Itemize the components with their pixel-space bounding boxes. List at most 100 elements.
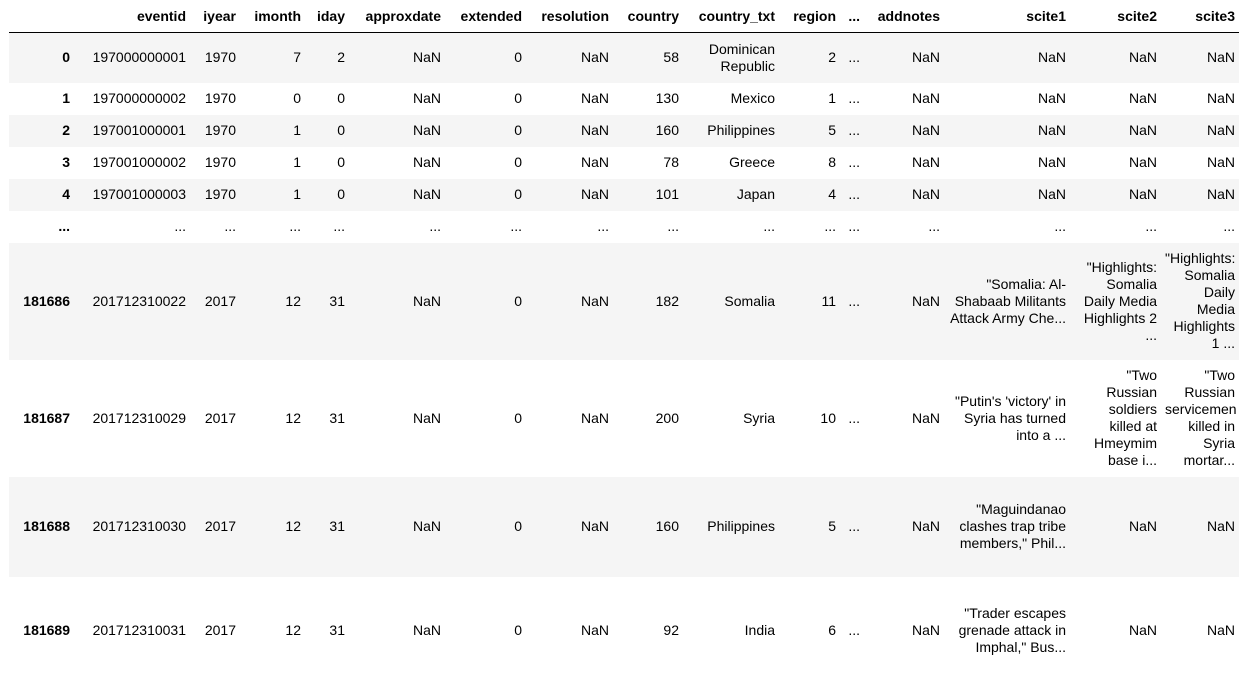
cell-country-txt: Somalia [724, 292, 775, 309]
cell-imonth: 1 [293, 122, 301, 138]
cell-extended: 0 [514, 90, 522, 106]
cell-resolution: NaN [580, 292, 609, 309]
cell-resolution: NaN [580, 122, 609, 138]
cell-iyear: 2017 [204, 409, 236, 426]
cell-scite3: NaN [1206, 122, 1235, 138]
cell-ellipsis: ... [848, 622, 860, 638]
cell-eventid: 197000000001 [92, 49, 186, 66]
cell-approxdate: NaN [412, 622, 441, 638]
row-index: 3 [62, 154, 70, 170]
cell-iyear: 1970 [204, 90, 236, 106]
column-header-country-txt: country_txt [683, 0, 779, 33]
cell-extended: 0 [514, 292, 522, 309]
cell-scite1: NaN [1037, 49, 1066, 66]
dataframe-table: eventid iyear imonth iday approxdate ext… [9, 0, 1239, 685]
cell-country: 182 [655, 292, 679, 309]
table-row: 181688 201712310030 2017 12 31 NaN 0 NaN… [9, 476, 1239, 577]
cell-iyear: 1970 [204, 49, 236, 66]
column-header-country: country [613, 0, 683, 33]
column-header-approxdate: approxdate [349, 0, 445, 33]
cell-addnotes: NaN [911, 154, 940, 170]
cell-scite1: "Somalia: Al-Shabaab Militants Attack Ar… [950, 275, 1066, 326]
cell-addnotes: NaN [911, 49, 940, 66]
cell-eventid: 201712310029 [92, 409, 186, 426]
cell-resolution: NaN [580, 622, 609, 638]
cell-scite2: "Highlights: Somalia Daily Media Highlig… [1083, 258, 1157, 343]
table-row: 181686 201712310022 2017 12 31 NaN 0 NaN… [9, 242, 1239, 360]
row-index: 181688 [23, 518, 70, 534]
column-header-iday: iday [305, 0, 349, 33]
cell-ellipsis: ... [848, 122, 860, 138]
cell-scite3: NaN [1206, 154, 1235, 170]
cell-iday: 31 [329, 518, 345, 534]
cell-approxdate: NaN [412, 409, 441, 426]
cell-ellipsis: ... [848, 49, 860, 66]
cell-iday: 2 [337, 49, 345, 66]
cell-country-txt: Mexico [730, 90, 775, 106]
cell-imonth: 12 [285, 292, 301, 309]
table-row: 1 197000000002 1970 0 0 NaN 0 NaN 130 Me… [9, 82, 1239, 115]
cell-country-txt: Philippines [707, 518, 775, 534]
row-index: ... [58, 218, 70, 234]
cell-extended: 0 [514, 154, 522, 170]
ellipsis-row: ... ... ... ... ... ... ... ... ... ... … [9, 210, 1239, 243]
cell-eventid: ... [174, 218, 186, 234]
table-row: 0 197000000001 1970 7 2 NaN 0 NaN 58 Dom… [9, 32, 1239, 83]
column-header-eventid: eventid [74, 0, 190, 33]
cell-approxdate: NaN [412, 154, 441, 170]
cell-resolution: NaN [580, 154, 609, 170]
column-header-scite2: scite2 [1070, 0, 1161, 33]
cell-country-txt: ... [763, 218, 775, 234]
cell-resolution: NaN [580, 186, 609, 202]
cell-eventid: 197001000002 [92, 154, 186, 170]
cell-imonth: 12 [285, 409, 301, 426]
cell-approxdate: NaN [412, 186, 441, 202]
cell-scite1: NaN [1037, 122, 1066, 138]
cell-scite1: NaN [1037, 90, 1066, 106]
cell-resolution: NaN [580, 409, 609, 426]
cell-imonth: 1 [293, 154, 301, 170]
cell-extended: 0 [514, 409, 522, 426]
header-row: eventid iyear imonth iday approxdate ext… [9, 0, 1239, 33]
cell-eventid: 197001000003 [92, 186, 186, 202]
cell-country: ... [667, 218, 679, 234]
column-header-extended: extended [445, 0, 526, 33]
cell-iyear: 2017 [204, 292, 236, 309]
cell-iday: 0 [337, 186, 345, 202]
cell-resolution: NaN [580, 90, 609, 106]
cell-imonth: 12 [285, 622, 301, 638]
cell-scite1: "Putin's 'victory' in Syria has turned i… [954, 392, 1066, 443]
table-row: 181689 201712310031 2017 12 31 NaN 0 NaN… [9, 576, 1239, 685]
cell-ellipsis: ... [848, 292, 860, 309]
cell-imonth: 0 [293, 90, 301, 106]
cell-scite2: NaN [1128, 622, 1157, 638]
cell-iyear: 1970 [204, 186, 236, 202]
table-row: 4 197001000003 1970 1 0 NaN 0 NaN 101 Ja… [9, 178, 1239, 211]
cell-extended: 0 [514, 622, 522, 638]
cell-addnotes: NaN [911, 122, 940, 138]
cell-eventid: 201712310022 [92, 292, 186, 309]
cell-iday: 31 [329, 622, 345, 638]
cell-approxdate: ... [429, 218, 441, 234]
cell-extended: ... [510, 218, 522, 234]
table-row: 3 197001000002 1970 1 0 NaN 0 NaN 78 Gre… [9, 146, 1239, 179]
column-header-imonth: imonth [240, 0, 305, 33]
cell-imonth: 1 [293, 186, 301, 202]
cell-scite3: NaN [1206, 186, 1235, 202]
row-index: 181687 [23, 409, 70, 426]
row-index: 1 [62, 90, 70, 106]
cell-iyear: 1970 [204, 122, 236, 138]
cell-region: 4 [828, 186, 836, 202]
cell-region: 5 [828, 518, 836, 534]
cell-country-txt: Greece [729, 154, 775, 170]
dataframe-output: eventid iyear imonth iday approxdate ext… [9, 0, 1239, 685]
cell-iday: 0 [337, 90, 345, 106]
cell-extended: 0 [514, 122, 522, 138]
cell-country: 58 [663, 49, 679, 66]
row-index: 4 [62, 186, 70, 202]
cell-iyear: ... [224, 218, 236, 234]
cell-country: 200 [655, 409, 679, 426]
cell-scite3: NaN [1206, 49, 1235, 66]
cell-addnotes: ... [928, 218, 940, 234]
cell-region: 5 [828, 122, 836, 138]
